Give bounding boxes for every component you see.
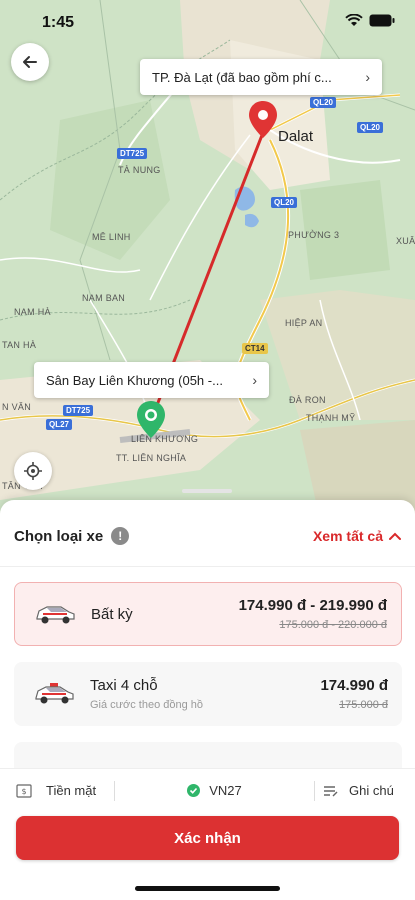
- road-badge: CT14: [242, 343, 268, 354]
- vehicle-option-any[interactable]: Bất kỳ 174.990 đ - 219.990 đ 175.000 đ -…: [14, 582, 402, 646]
- map-place-label: N VĂN: [2, 402, 32, 412]
- map-place-label: TT. LIÊN NGHĨA: [116, 453, 187, 463]
- back-button[interactable]: [11, 43, 49, 81]
- sheet-header: Chọn loại xe ! Xem tất cả: [14, 526, 401, 546]
- info-icon[interactable]: !: [111, 527, 130, 545]
- see-all-label: Xem tất cả: [312, 528, 383, 544]
- road-badge: QL20: [310, 97, 337, 108]
- payment-method-button[interactable]: $ Tiền mặt: [0, 783, 114, 798]
- map-place-label: ĐÀ RON: [289, 395, 326, 405]
- road-badge: QL20: [271, 197, 298, 208]
- locate-icon: [24, 462, 42, 480]
- promo-label: VN27: [209, 783, 242, 798]
- vehicle-name: Taxi 4 chỗ: [90, 677, 158, 694]
- map-place-label: NAM BAN: [82, 293, 126, 303]
- map-place-label: TÀ NUNG: [118, 165, 161, 175]
- divider: [0, 566, 415, 567]
- vehicle-option-taxi-4[interactable]: Taxi 4 chỗ Giá cước theo đồng hồ 174.990…: [14, 662, 402, 726]
- home-indicator: [135, 886, 280, 891]
- map-place-label: XUÂ: [396, 236, 415, 246]
- chevron-right-icon: ›: [365, 69, 370, 85]
- map-place-label: THẠNH MỸ: [306, 413, 356, 423]
- taxi-icon: [35, 683, 74, 704]
- note-label: Ghi chú: [349, 783, 394, 798]
- vehicle-old-price: 175.000 đ - 220.000 đ: [279, 619, 387, 631]
- map-scroll-handle[interactable]: [182, 489, 232, 493]
- vehicle-subtitle: Giá cước theo đồng hồ: [90, 699, 204, 711]
- vehicle-old-price: 175.000 đ: [339, 699, 388, 711]
- cash-icon: $: [16, 783, 32, 798]
- sheet-title: Chọn loại xe: [14, 527, 104, 545]
- map-place-label: TAN HÀ: [2, 340, 37, 350]
- road-badge: DT725: [63, 405, 94, 416]
- battery-icon: [369, 14, 395, 27]
- road-badge: DT725: [117, 148, 148, 159]
- promo-code-button[interactable]: VN27: [115, 783, 314, 798]
- origin-pill[interactable]: Sân Bay Liên Khương (05h -... ›: [34, 362, 269, 398]
- vehicle-price: 174.990 đ: [320, 677, 388, 694]
- wifi-icon: [345, 14, 363, 26]
- see-all-button[interactable]: Xem tất cả: [313, 528, 401, 544]
- payment-label: Tiền mặt: [46, 783, 97, 798]
- note-icon: [324, 785, 338, 796]
- destination-label: TP. Đà Lạt (đã bao gồm phí c...: [152, 69, 332, 85]
- car-icon: [36, 606, 75, 624]
- map-place-label: NAM HÀ: [14, 307, 51, 317]
- note-button[interactable]: Ghi chú: [315, 783, 415, 798]
- action-bar: $ Tiền mặt VN27 Ghi chú: [0, 768, 415, 812]
- destination-pill[interactable]: TP. Đà Lạt (đã bao gồm phí c... ›: [140, 59, 382, 95]
- vehicle-price: 174.990 đ - 219.990 đ: [238, 597, 387, 614]
- chevron-up-icon: [389, 532, 401, 540]
- vehicle-name: Bất kỳ: [91, 605, 133, 623]
- road-badge: QL20: [357, 122, 384, 133]
- status-bar: 1:45: [0, 0, 415, 44]
- road-badge: QL27: [46, 419, 73, 430]
- origin-label: Sân Bay Liên Khương (05h -...: [46, 372, 223, 388]
- confirm-button[interactable]: Xác nhận: [16, 816, 399, 860]
- my-location-button[interactable]: [14, 452, 52, 490]
- arrow-left-icon: [23, 56, 37, 68]
- svg-text:$: $: [21, 787, 26, 796]
- status-time: 1:45: [42, 14, 75, 31]
- map-place-label: MÊ LINH: [92, 232, 131, 242]
- map-place-label: HIỆP AN: [285, 318, 323, 328]
- status-icons: [345, 14, 395, 27]
- vehicle-option-partial[interactable]: [14, 742, 402, 768]
- origin-pin-icon[interactable]: [135, 400, 167, 440]
- chevron-right-icon: ›: [252, 372, 257, 388]
- map-city-label: Dalat: [278, 128, 314, 145]
- destination-pin-icon[interactable]: [247, 100, 279, 140]
- map-place-label: PHƯỜNG 3: [288, 230, 340, 240]
- check-circle-icon: [187, 784, 201, 797]
